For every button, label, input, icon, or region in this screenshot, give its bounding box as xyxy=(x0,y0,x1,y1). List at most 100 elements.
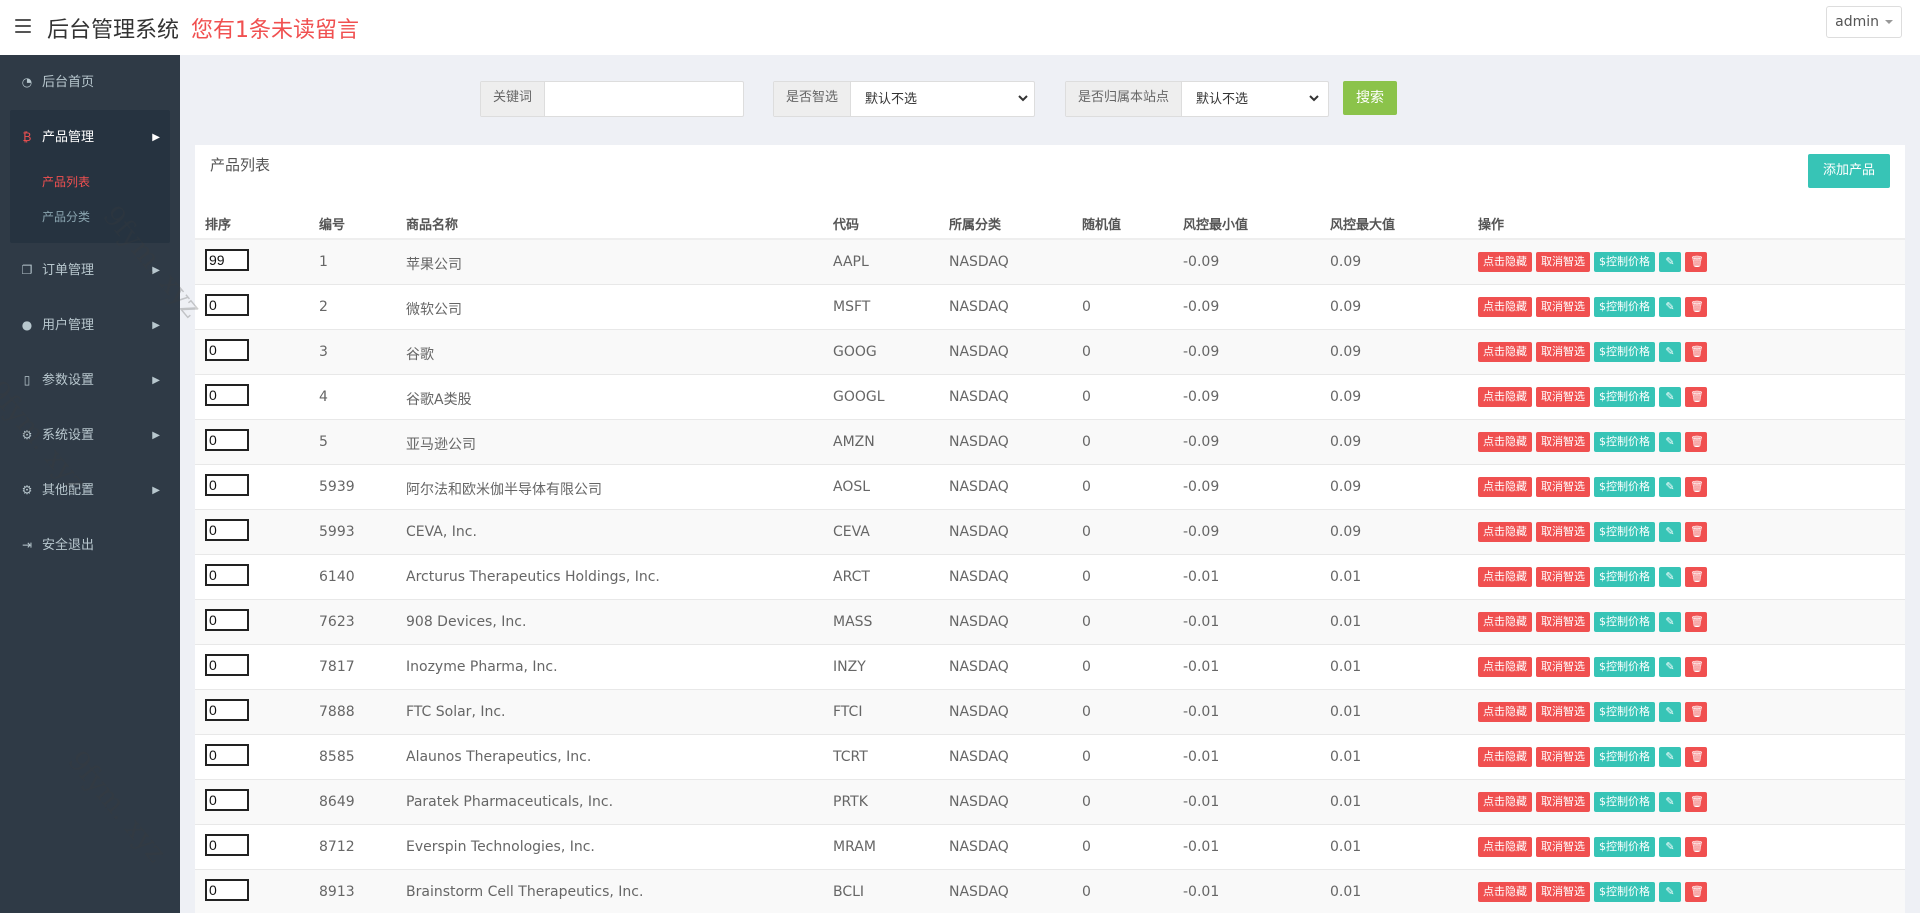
control-price-button[interactable]: $控制价格 xyxy=(1594,612,1655,632)
control-price-button[interactable]: $控制价格 xyxy=(1594,432,1655,452)
trash-icon[interactable]: 🗑 xyxy=(1685,522,1707,542)
trash-icon[interactable]: 🗑 xyxy=(1685,837,1707,857)
hide-button[interactable]: 点击隐藏 xyxy=(1478,747,1532,767)
trash-icon[interactable]: 🗑 xyxy=(1685,702,1707,722)
edit-icon[interactable]: ✎ xyxy=(1659,432,1681,452)
col-header-code[interactable]: 代码 xyxy=(833,214,859,233)
col-header-id[interactable]: 编号 xyxy=(319,214,345,233)
hide-button[interactable]: 点击隐藏 xyxy=(1478,522,1532,542)
cancel-smart-button[interactable]: 取消智选 xyxy=(1536,522,1590,542)
sort-order-input[interactable] xyxy=(205,744,249,766)
cancel-smart-button[interactable]: 取消智选 xyxy=(1536,747,1590,767)
edit-icon[interactable]: ✎ xyxy=(1659,702,1681,722)
control-price-button[interactable]: $控制价格 xyxy=(1594,747,1655,767)
edit-icon[interactable]: ✎ xyxy=(1659,747,1681,767)
cancel-smart-button[interactable]: 取消智选 xyxy=(1536,252,1590,272)
add-product-button[interactable]: 添加产品 xyxy=(1808,154,1890,188)
sort-order-input[interactable] xyxy=(205,384,249,406)
trash-icon[interactable]: 🗑 xyxy=(1685,882,1707,902)
trash-icon[interactable]: 🗑 xyxy=(1685,747,1707,767)
sidebar-subitem-product-list[interactable]: 产品列表 xyxy=(10,165,170,200)
cancel-smart-button[interactable]: 取消智选 xyxy=(1536,342,1590,362)
cancel-smart-button[interactable]: 取消智选 xyxy=(1536,387,1590,407)
sidebar-item-logout[interactable]: ⇥ 安全退出 xyxy=(0,518,180,573)
edit-icon[interactable]: ✎ xyxy=(1659,297,1681,317)
hide-button[interactable]: 点击隐藏 xyxy=(1478,342,1532,362)
sidebar-item-products[interactable]: ₿ 产品管理 ▶ xyxy=(10,110,170,165)
hide-button[interactable]: 点击隐藏 xyxy=(1478,297,1532,317)
sort-order-input[interactable] xyxy=(205,654,249,676)
sort-order-input[interactable] xyxy=(205,879,249,901)
hide-button[interactable]: 点击隐藏 xyxy=(1478,612,1532,632)
trash-icon[interactable]: 🗑 xyxy=(1685,252,1707,272)
edit-icon[interactable]: ✎ xyxy=(1659,567,1681,587)
hide-button[interactable]: 点击隐藏 xyxy=(1478,657,1532,677)
cancel-smart-button[interactable]: 取消智选 xyxy=(1536,702,1590,722)
hide-button[interactable]: 点击隐藏 xyxy=(1478,837,1532,857)
sort-order-input[interactable] xyxy=(205,699,249,721)
sort-order-input[interactable] xyxy=(205,339,249,361)
hide-button[interactable]: 点击隐藏 xyxy=(1478,702,1532,722)
site-select[interactable]: 默认不选 xyxy=(1182,82,1323,114)
hide-button[interactable]: 点击隐藏 xyxy=(1478,477,1532,497)
sidebar-item-other[interactable]: ⚙ 其他配置 ▶ xyxy=(0,463,180,518)
hide-button[interactable]: 点击隐藏 xyxy=(1478,882,1532,902)
control-price-button[interactable]: $控制价格 xyxy=(1594,567,1655,587)
trash-icon[interactable]: 🗑 xyxy=(1685,297,1707,317)
control-price-button[interactable]: $控制价格 xyxy=(1594,387,1655,407)
search-button[interactable]: 搜索 xyxy=(1343,81,1397,115)
col-header-name[interactable]: 商品名称 xyxy=(406,214,458,233)
smart-select[interactable]: 默认不选 xyxy=(851,82,1032,114)
sort-order-input[interactable] xyxy=(205,564,249,586)
sort-order-input[interactable] xyxy=(205,519,249,541)
control-price-button[interactable]: $控制价格 xyxy=(1594,477,1655,497)
sort-order-input[interactable] xyxy=(205,294,249,316)
sidebar-subitem-product-category[interactable]: 产品分类 xyxy=(10,200,170,235)
edit-icon[interactable]: ✎ xyxy=(1659,522,1681,542)
sidebar-item-home[interactable]: ◔ 后台首页 xyxy=(0,55,180,110)
control-price-button[interactable]: $控制价格 xyxy=(1594,342,1655,362)
edit-icon[interactable]: ✎ xyxy=(1659,792,1681,812)
trash-icon[interactable]: 🗑 xyxy=(1685,477,1707,497)
control-price-button[interactable]: $控制价格 xyxy=(1594,252,1655,272)
menu-toggle-icon[interactable] xyxy=(15,19,31,33)
cancel-smart-button[interactable]: 取消智选 xyxy=(1536,612,1590,632)
sort-order-input[interactable] xyxy=(205,429,249,451)
control-price-button[interactable]: $控制价格 xyxy=(1594,657,1655,677)
sidebar-item-users[interactable]: ● 用户管理 ▶ xyxy=(0,298,180,353)
edit-icon[interactable]: ✎ xyxy=(1659,882,1681,902)
sort-order-input[interactable] xyxy=(205,609,249,631)
sort-order-input[interactable] xyxy=(205,474,249,496)
hide-button[interactable]: 点击隐藏 xyxy=(1478,252,1532,272)
cancel-smart-button[interactable]: 取消智选 xyxy=(1536,657,1590,677)
control-price-button[interactable]: $控制价格 xyxy=(1594,882,1655,902)
hide-button[interactable]: 点击隐藏 xyxy=(1478,567,1532,587)
edit-icon[interactable]: ✎ xyxy=(1659,612,1681,632)
cancel-smart-button[interactable]: 取消智选 xyxy=(1536,477,1590,497)
cancel-smart-button[interactable]: 取消智选 xyxy=(1536,432,1590,452)
user-menu[interactable]: admin xyxy=(1826,6,1902,38)
sidebar-item-system[interactable]: ⚙ 系统设置 ▶ xyxy=(0,408,180,463)
edit-icon[interactable]: ✎ xyxy=(1659,387,1681,407)
col-header-random[interactable]: 随机值 xyxy=(1082,214,1121,233)
col-header-min[interactable]: 风控最小值 xyxy=(1183,214,1248,233)
hide-button[interactable]: 点击隐藏 xyxy=(1478,432,1532,452)
hide-button[interactable]: 点击隐藏 xyxy=(1478,387,1532,407)
trash-icon[interactable]: 🗑 xyxy=(1685,567,1707,587)
trash-icon[interactable]: 🗑 xyxy=(1685,387,1707,407)
trash-icon[interactable]: 🗑 xyxy=(1685,612,1707,632)
cancel-smart-button[interactable]: 取消智选 xyxy=(1536,882,1590,902)
edit-icon[interactable]: ✎ xyxy=(1659,657,1681,677)
unread-message-link[interactable]: 您有1条未读留言 xyxy=(191,12,359,44)
trash-icon[interactable]: 🗑 xyxy=(1685,432,1707,452)
control-price-button[interactable]: $控制价格 xyxy=(1594,297,1655,317)
trash-icon[interactable]: 🗑 xyxy=(1685,657,1707,677)
sidebar-item-params[interactable]: ▯ 参数设置 ▶ xyxy=(0,353,180,408)
edit-icon[interactable]: ✎ xyxy=(1659,477,1681,497)
col-header-max[interactable]: 风控最大值 xyxy=(1330,214,1395,233)
edit-icon[interactable]: ✎ xyxy=(1659,342,1681,362)
sort-order-input[interactable] xyxy=(205,249,249,271)
keyword-input[interactable] xyxy=(545,82,732,114)
sidebar-item-orders[interactable]: ❐ 订单管理 ▶ xyxy=(0,243,180,298)
cancel-smart-button[interactable]: 取消智选 xyxy=(1536,792,1590,812)
